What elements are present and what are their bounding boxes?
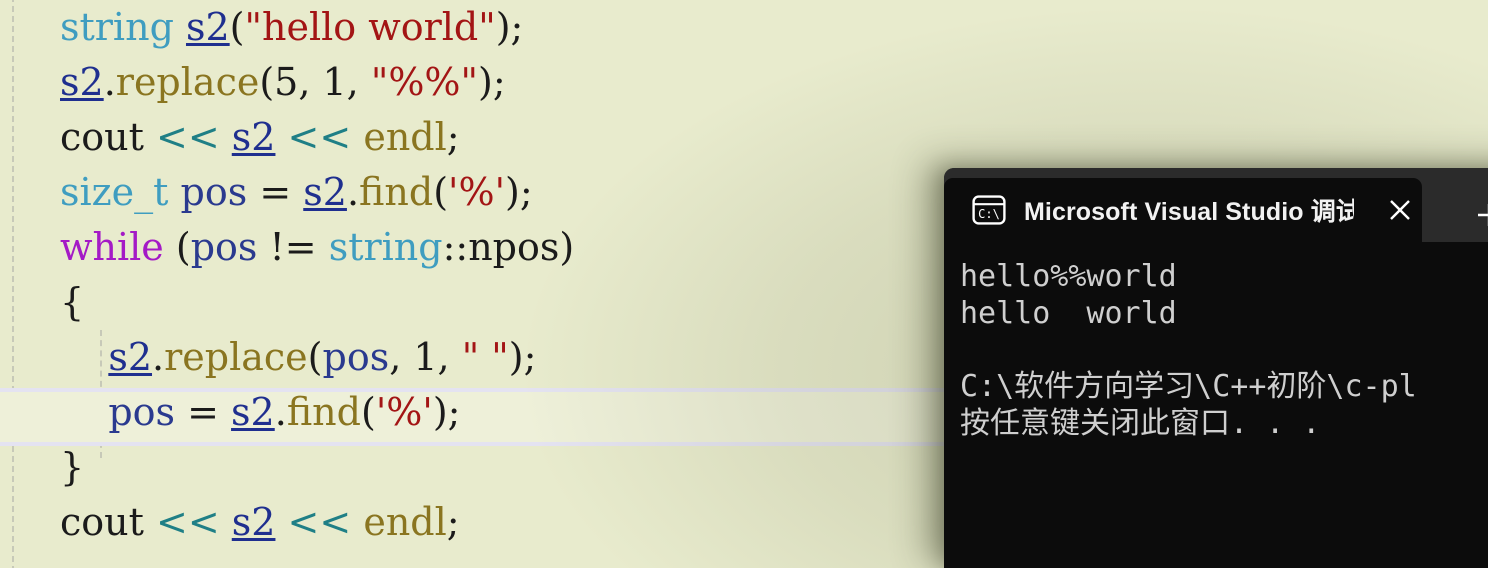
code-token: << xyxy=(287,115,352,159)
code-token: endl xyxy=(363,115,447,159)
svg-text:C:\: C:\ xyxy=(978,207,1000,221)
code-token: . xyxy=(152,335,165,379)
code-token: pos xyxy=(190,225,258,269)
code-token: ); xyxy=(478,60,506,104)
console-output-line: hello%%world xyxy=(960,259,1177,294)
console-window[interactable]: C:\ Microsoft Visual Studio 调试控 hello%%w… xyxy=(944,168,1488,568)
code-token: pos xyxy=(108,390,176,434)
screenshot-root: string s2("hello world"); s2.replace(5, 1… xyxy=(0,0,1488,568)
console-tab-title: Microsoft Visual Studio 调试控 xyxy=(1024,198,1354,226)
code-token: cout xyxy=(60,115,156,159)
console-tab[interactable]: C:\ Microsoft Visual Studio 调试控 xyxy=(944,178,1422,242)
code-token: ; xyxy=(446,500,460,544)
code-token: string xyxy=(328,225,443,269)
code-token: find xyxy=(359,170,434,214)
code-token: s2 xyxy=(108,335,153,379)
code-token: "%%" xyxy=(370,60,479,104)
code-token: s2 xyxy=(185,5,230,49)
code-token: replace xyxy=(115,60,260,104)
console-tab-bar[interactable]: C:\ Microsoft Visual Studio 调试控 xyxy=(944,168,1488,242)
code-token: (5, 1, xyxy=(259,60,371,104)
code-token: " " xyxy=(461,335,509,379)
console-output-line: C:\软件方向学习\C++初阶\c-pl xyxy=(960,369,1417,404)
code-token: replace xyxy=(164,335,308,379)
code-token: ); xyxy=(508,335,537,379)
code-token: ); xyxy=(495,5,524,49)
code-token: ); xyxy=(432,390,461,434)
code-token: find xyxy=(286,390,361,434)
code-token: ; xyxy=(446,115,460,159)
new-tab-icon[interactable] xyxy=(1466,188,1488,242)
console-output-line: 按任意键关闭此窗口. . . xyxy=(960,406,1321,441)
code-token: ( xyxy=(307,335,323,379)
code-token: s2 xyxy=(303,170,347,214)
code-token: ( xyxy=(433,170,449,214)
console-output[interactable]: hello%%world hello world C:\软件方向学习\C++初阶\c… xyxy=(944,242,1488,568)
code-token: while xyxy=(60,225,164,269)
line-cout-s2-endl-first[interactable]: cout << s2 << endl; xyxy=(0,110,1488,165)
code-token: cout xyxy=(60,500,156,544)
code-token: } xyxy=(60,445,85,489)
code-token: endl xyxy=(363,500,447,544)
code-token: ( xyxy=(229,5,245,49)
code-token: . xyxy=(274,390,287,434)
code-token: s2 xyxy=(60,60,104,104)
line-string-s2-declaration[interactable]: string s2("hello world"); xyxy=(0,0,1488,55)
code-token: ( xyxy=(360,390,376,434)
code-token: , 1, xyxy=(389,335,462,379)
code-token: s2 xyxy=(231,500,276,544)
line-s2-replace-5-1[interactable]: s2.replace(5, 1, "%%"); xyxy=(0,55,1488,110)
code-token: != xyxy=(257,225,329,269)
code-token: string xyxy=(60,5,174,49)
code-token: s2 xyxy=(231,115,276,159)
console-output-line: hello world xyxy=(960,296,1177,331)
code-token: = xyxy=(175,390,232,434)
code-token: pos xyxy=(180,170,248,214)
code-token: "hello world" xyxy=(244,5,496,49)
code-token: size_t xyxy=(60,170,169,214)
close-icon[interactable] xyxy=(1378,188,1422,232)
code-token: pos xyxy=(322,335,390,379)
code-token: = xyxy=(247,170,304,214)
code-token: s2 xyxy=(231,390,275,434)
code-token: . xyxy=(103,60,116,104)
code-token: '%' xyxy=(448,170,506,214)
code-token: '%' xyxy=(375,390,433,434)
console-cmd-icon: C:\ xyxy=(972,195,1006,225)
code-token: << xyxy=(155,115,220,159)
code-token: ( xyxy=(163,225,191,269)
code-token: ); xyxy=(505,170,533,214)
code-token: << xyxy=(287,500,352,544)
code-token: ::npos) xyxy=(442,225,575,269)
code-token: . xyxy=(346,170,360,214)
code-token: << xyxy=(155,500,220,544)
code-token: { xyxy=(60,280,85,324)
